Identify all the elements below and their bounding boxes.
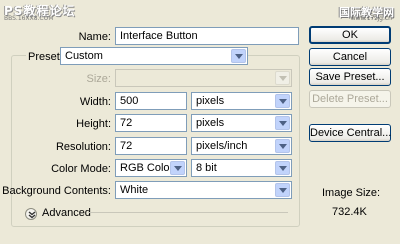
chevron-down-icon <box>275 71 290 85</box>
advanced-toggle[interactable] <box>25 208 37 220</box>
watermark-right-url: www.17zjg.cn <box>350 15 392 22</box>
color-mode-value: RGB Color <box>120 162 174 174</box>
chevron-down-icon <box>275 161 290 175</box>
background-contents-select[interactable]: White <box>115 181 292 199</box>
width-unit-value: pixels <box>196 95 225 107</box>
resolution-input[interactable]: 72 <box>115 137 187 155</box>
resolution-label: Resolution: <box>55 141 111 153</box>
preset-value: Custom <box>65 50 103 62</box>
color-mode-label: Color Mode: <box>51 163 111 175</box>
width-label: Width: <box>79 96 111 108</box>
bit-depth-select[interactable]: 8 bit <box>191 159 292 177</box>
image-size-value: 732.4K <box>332 206 367 218</box>
chevron-down-icon <box>275 116 290 130</box>
height-input[interactable]: 72 <box>115 114 187 132</box>
advanced-label[interactable]: Advanced <box>42 207 91 219</box>
new-document-dialog: PS教程论坛 BBS.16XX8.COM 国际教学网 www.17zjg.cn … <box>0 0 400 244</box>
color-mode-select[interactable]: RGB Color <box>115 159 187 177</box>
delete-preset-button[interactable]: Delete Preset... <box>309 90 391 108</box>
height-label: Height: <box>76 118 111 130</box>
chevron-down-icon <box>170 161 185 175</box>
width-input[interactable]: 500 <box>115 92 187 110</box>
image-size-label: Image Size: <box>322 187 381 199</box>
name-label: Name: <box>78 31 111 43</box>
height-unit-select[interactable]: pixels <box>191 114 292 132</box>
resolution-unit-select[interactable]: pixels/inch <box>191 137 292 155</box>
double-chevron-down-icon <box>28 211 36 219</box>
chevron-down-icon <box>275 183 290 197</box>
save-preset-button[interactable]: Save Preset... <box>309 68 391 86</box>
resolution-unit-value: pixels/inch <box>196 140 248 152</box>
name-input[interactable]: Interface Button <box>115 27 299 45</box>
background-contents-label: Background Contents: <box>2 185 111 197</box>
bit-depth-value: 8 bit <box>196 162 217 174</box>
height-unit-value: pixels <box>196 117 225 129</box>
size-select[interactable] <box>115 69 292 87</box>
chevron-down-icon <box>275 139 290 153</box>
preset-select[interactable]: Custom <box>60 47 248 65</box>
width-unit-select[interactable]: pixels <box>191 92 292 110</box>
background-contents-value: White <box>120 184 149 196</box>
watermark-left-url: BBS.16XX8.COM <box>4 15 54 22</box>
cancel-button[interactable]: Cancel <box>309 48 391 66</box>
size-label: Size: <box>86 73 111 85</box>
chevron-down-icon <box>231 49 246 63</box>
ok-button[interactable]: OK <box>309 26 391 44</box>
device-central-button[interactable]: Device Central... <box>309 124 391 142</box>
advanced-divider <box>88 212 288 213</box>
chevron-down-icon <box>275 94 290 108</box>
